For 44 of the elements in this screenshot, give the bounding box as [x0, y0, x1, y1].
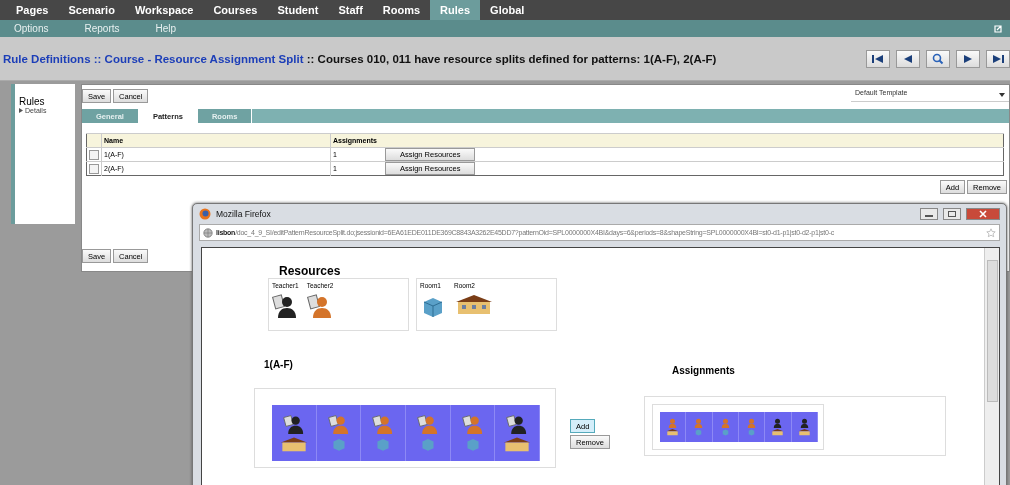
- row-checkbox[interactable]: [89, 149, 99, 160]
- building-icon[interactable]: [771, 428, 785, 436]
- next-button[interactable]: [956, 49, 980, 68]
- arrow-icon: [991, 52, 1005, 65]
- globe-icon: [203, 227, 213, 238]
- building-icon[interactable]: [797, 428, 811, 436]
- first-button[interactable]: [866, 49, 890, 68]
- search-button[interactable]: [926, 49, 950, 68]
- scrollbar[interactable]: [984, 248, 999, 485]
- section-title: Assignments: [672, 365, 736, 376]
- star-icon[interactable]: [986, 227, 996, 238]
- prev-button[interactable]: [896, 49, 920, 68]
- nav-tab[interactable]: Courses: [203, 0, 268, 20]
- nav-tab[interactable]: Rooms: [372, 0, 431, 20]
- window-title: Mozilla Firefox: [216, 209, 271, 219]
- breadcrumb-link[interactable]: Rule Definitions :: Course - Resource Assignment Split: [3, 52, 304, 65]
- nav-tab[interactable]: Pages: [6, 0, 59, 20]
- nav-tab[interactable]: Staff: [328, 0, 373, 20]
- close-button[interactable]: [966, 208, 1000, 220]
- row-checkbox[interactable]: [89, 163, 99, 174]
- last-button[interactable]: [986, 49, 1010, 68]
- arrow-icon: [871, 52, 885, 65]
- person-icon[interactable]: [272, 293, 298, 319]
- page-title: :: Courses 010, 011 have resource splits defined for patterns: 1(A-F), 2(A-F): [306, 52, 717, 65]
- building-icon[interactable]: [666, 428, 680, 436]
- maximize-icon: [947, 210, 957, 218]
- nav-tab[interactable]: Global: [480, 0, 535, 20]
- caret-icon: [999, 93, 1005, 97]
- minimize-button[interactable]: [920, 208, 938, 220]
- nav-tab[interactable]: Scenario: [58, 0, 125, 20]
- maximize-button[interactable]: [943, 208, 961, 220]
- person-icon[interactable]: [282, 414, 305, 434]
- bullet-icon: [19, 108, 23, 113]
- building-icon[interactable]: [454, 293, 494, 315]
- section-title: 1(A-F): [264, 359, 294, 370]
- section-title: Resources: [279, 264, 342, 278]
- nav-tab[interactable]: Workspace: [124, 0, 204, 20]
- browser-logo-icon: [199, 208, 211, 220]
- nav-tab[interactable]: Student: [267, 0, 329, 20]
- close-icon: [978, 210, 988, 218]
- expand-icon[interactable]: [994, 24, 1002, 33]
- magnifier-icon: [931, 52, 945, 65]
- person-icon[interactable]: [506, 414, 529, 434]
- sidebar-title: Rules: [19, 96, 46, 107]
